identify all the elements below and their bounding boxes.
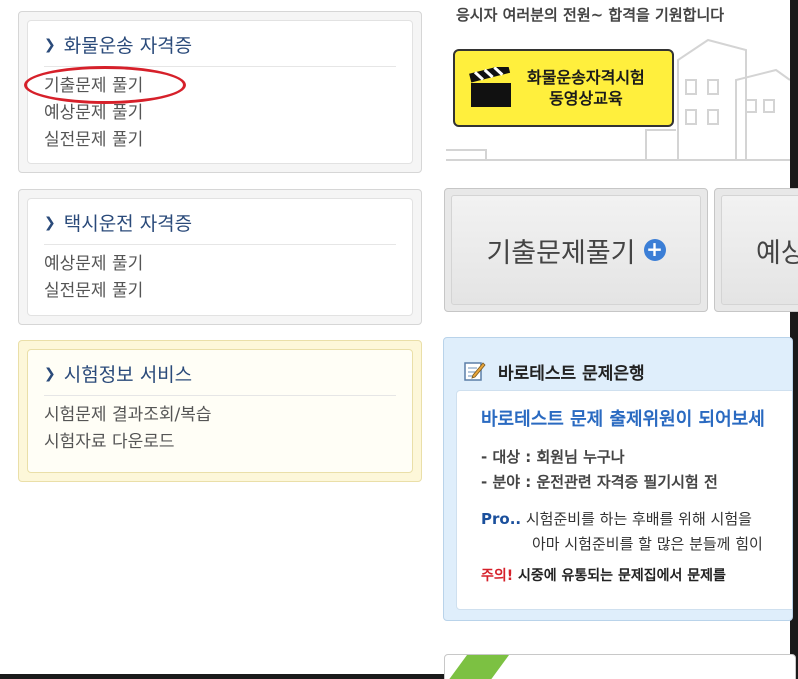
- plus-circle-icon: +: [643, 239, 666, 261]
- taxi-license-title: ❯ 택시운전 자격증: [44, 209, 396, 245]
- cargo-expected-exam-link[interactable]: 예상문제 풀기: [44, 100, 396, 127]
- taxi-practice-exam-link[interactable]: 실전문제 풀기: [44, 278, 396, 305]
- past-exam-tile[interactable]: 기출문제풀기 +: [444, 188, 708, 312]
- chevron-right-icon: ❯: [44, 365, 56, 382]
- warning-label: 주의!: [481, 568, 514, 584]
- cargo-license-title: ❯ 화물운송 자격증: [44, 31, 396, 67]
- taxi-expected-exam-link[interactable]: 예상문제 풀기: [44, 251, 396, 278]
- pro-line-2: 아마 시험준비를 할 많은 분들께 힘이: [532, 535, 763, 553]
- warning-line: 주의! 시중에 유통되는 문제집에서 문제를: [481, 568, 726, 584]
- cargo-practice-exam-link[interactable]: 실전문제 풀기: [44, 127, 396, 154]
- bottom-box: [444, 654, 796, 679]
- question-bank-panel: 바로테스트 문제 출제위원이 되어보세 - 대상 : 회원님 누구나 - 분야 …: [456, 390, 792, 610]
- field-line: - 분야 : 운전관련 자격증 필기시험 전: [481, 473, 718, 491]
- past-exam-tile-label: 기출문제풀기: [486, 237, 636, 269]
- video-education-button[interactable]: 화물운송자격시험 동영상교육: [453, 49, 674, 127]
- question-bank-title: 바로테스트 문제은행: [498, 363, 645, 384]
- corner-ribbon-icon: [449, 655, 509, 679]
- slogan-text: 응시자 여러분의 전원~ 합격을 기원합니다: [456, 6, 725, 24]
- exam-info-box: ❯ 시험정보 서비스 시험문제 결과조회/복습 시험자료 다운로드: [18, 340, 422, 482]
- question-bank-box: 바로테스트 문제은행 바로테스트 문제 출제위원이 되어보세 - 대상 : 회원…: [443, 337, 793, 621]
- pro-line-1: Pro.. 시험준비를 하는 후배를 위해 시험을: [481, 510, 752, 528]
- video-button-line2: 동영상교육: [549, 89, 623, 108]
- chevron-right-icon: ❯: [44, 214, 56, 231]
- expected-exam-tile[interactable]: 예상: [714, 188, 798, 312]
- exam-material-download-link[interactable]: 시험자료 다운로드: [44, 429, 396, 456]
- exam-result-review-link[interactable]: 시험문제 결과조회/복습: [44, 402, 396, 429]
- exam-info-title: ❯ 시험정보 서비스: [44, 360, 396, 396]
- pro-label: Pro..: [481, 510, 522, 528]
- target-line: - 대상 : 회원님 누구나: [481, 448, 625, 466]
- question-bank-headline[interactable]: 바로테스트 문제 출제위원이 되어보세: [481, 405, 792, 431]
- clapperboard-icon: [469, 67, 511, 107]
- red-highlight-circle: [24, 66, 186, 104]
- edit-note-icon: [464, 362, 486, 381]
- video-button-line1: 화물운송자격시험: [527, 68, 645, 87]
- taxi-license-box: ❯ 택시운전 자격증 예상문제 풀기 실전문제 풀기: [18, 189, 422, 325]
- expected-exam-tile-label: 예상: [756, 237, 798, 269]
- chevron-right-icon: ❯: [44, 36, 56, 53]
